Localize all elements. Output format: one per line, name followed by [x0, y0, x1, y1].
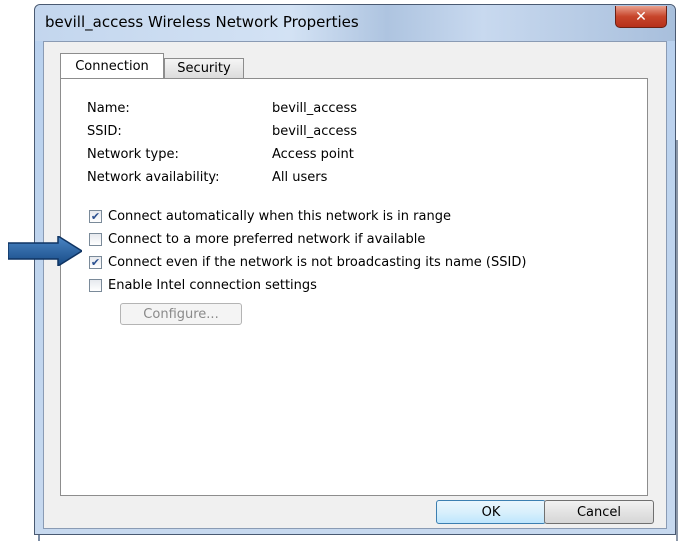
tab-connection[interactable]: Connection	[60, 53, 164, 78]
ssid-label: SSID:	[87, 124, 122, 139]
name-label: Name:	[87, 101, 130, 116]
checkmark-icon: ✔	[90, 256, 101, 269]
close-icon: ✕	[635, 8, 647, 25]
hidden-ssid-checkbox[interactable]: ✔	[89, 256, 102, 269]
window-title: bevill_access Wireless Network Propertie…	[45, 13, 359, 31]
close-button[interactable]: ✕	[615, 6, 667, 28]
dialog-client-area: Connection Security Name: bevill_access …	[43, 41, 667, 529]
arrow-right-icon	[8, 236, 82, 266]
network-availability-label: Network availability:	[87, 170, 220, 185]
intel-settings-option[interactable]: Enable Intel connection settings	[89, 278, 317, 293]
preferred-network-checkbox[interactable]	[89, 233, 102, 246]
background-edge-line-right	[676, 140, 678, 541]
intel-settings-label: Enable Intel connection settings	[108, 278, 317, 293]
hidden-ssid-label: Connect even if the network is not broad…	[108, 255, 527, 270]
name-value: bevill_access	[272, 101, 358, 116]
properties-dialog: bevill_access Wireless Network Propertie…	[34, 4, 676, 535]
preferred-network-option[interactable]: Connect to a more preferred network if a…	[89, 232, 425, 247]
checkmark-icon: ✔	[90, 210, 101, 223]
tab-security[interactable]: Security	[164, 58, 244, 78]
auto-connect-checkbox[interactable]: ✔	[89, 210, 102, 223]
network-type-value: Access point	[272, 147, 354, 162]
network-type-label: Network type:	[87, 147, 179, 162]
ok-button[interactable]: OK	[436, 500, 546, 524]
cancel-button[interactable]: Cancel	[544, 500, 654, 524]
ssid-value: bevill_access	[272, 124, 358, 139]
auto-connect-option[interactable]: ✔ Connect automatically when this networ…	[89, 209, 451, 224]
network-availability-value: All users	[272, 170, 328, 185]
auto-connect-label: Connect automatically when this network …	[108, 209, 451, 224]
intel-settings-checkbox[interactable]	[89, 279, 102, 292]
hidden-ssid-option[interactable]: ✔ Connect even if the network is not bro…	[89, 255, 526, 270]
connection-panel: Name: bevill_access SSID: bevill_access …	[60, 78, 648, 496]
title-bar[interactable]: bevill_access Wireless Network Propertie…	[35, 5, 675, 41]
preferred-network-label: Connect to a more preferred network if a…	[108, 232, 426, 247]
configure-button[interactable]: Configure...	[120, 303, 242, 325]
